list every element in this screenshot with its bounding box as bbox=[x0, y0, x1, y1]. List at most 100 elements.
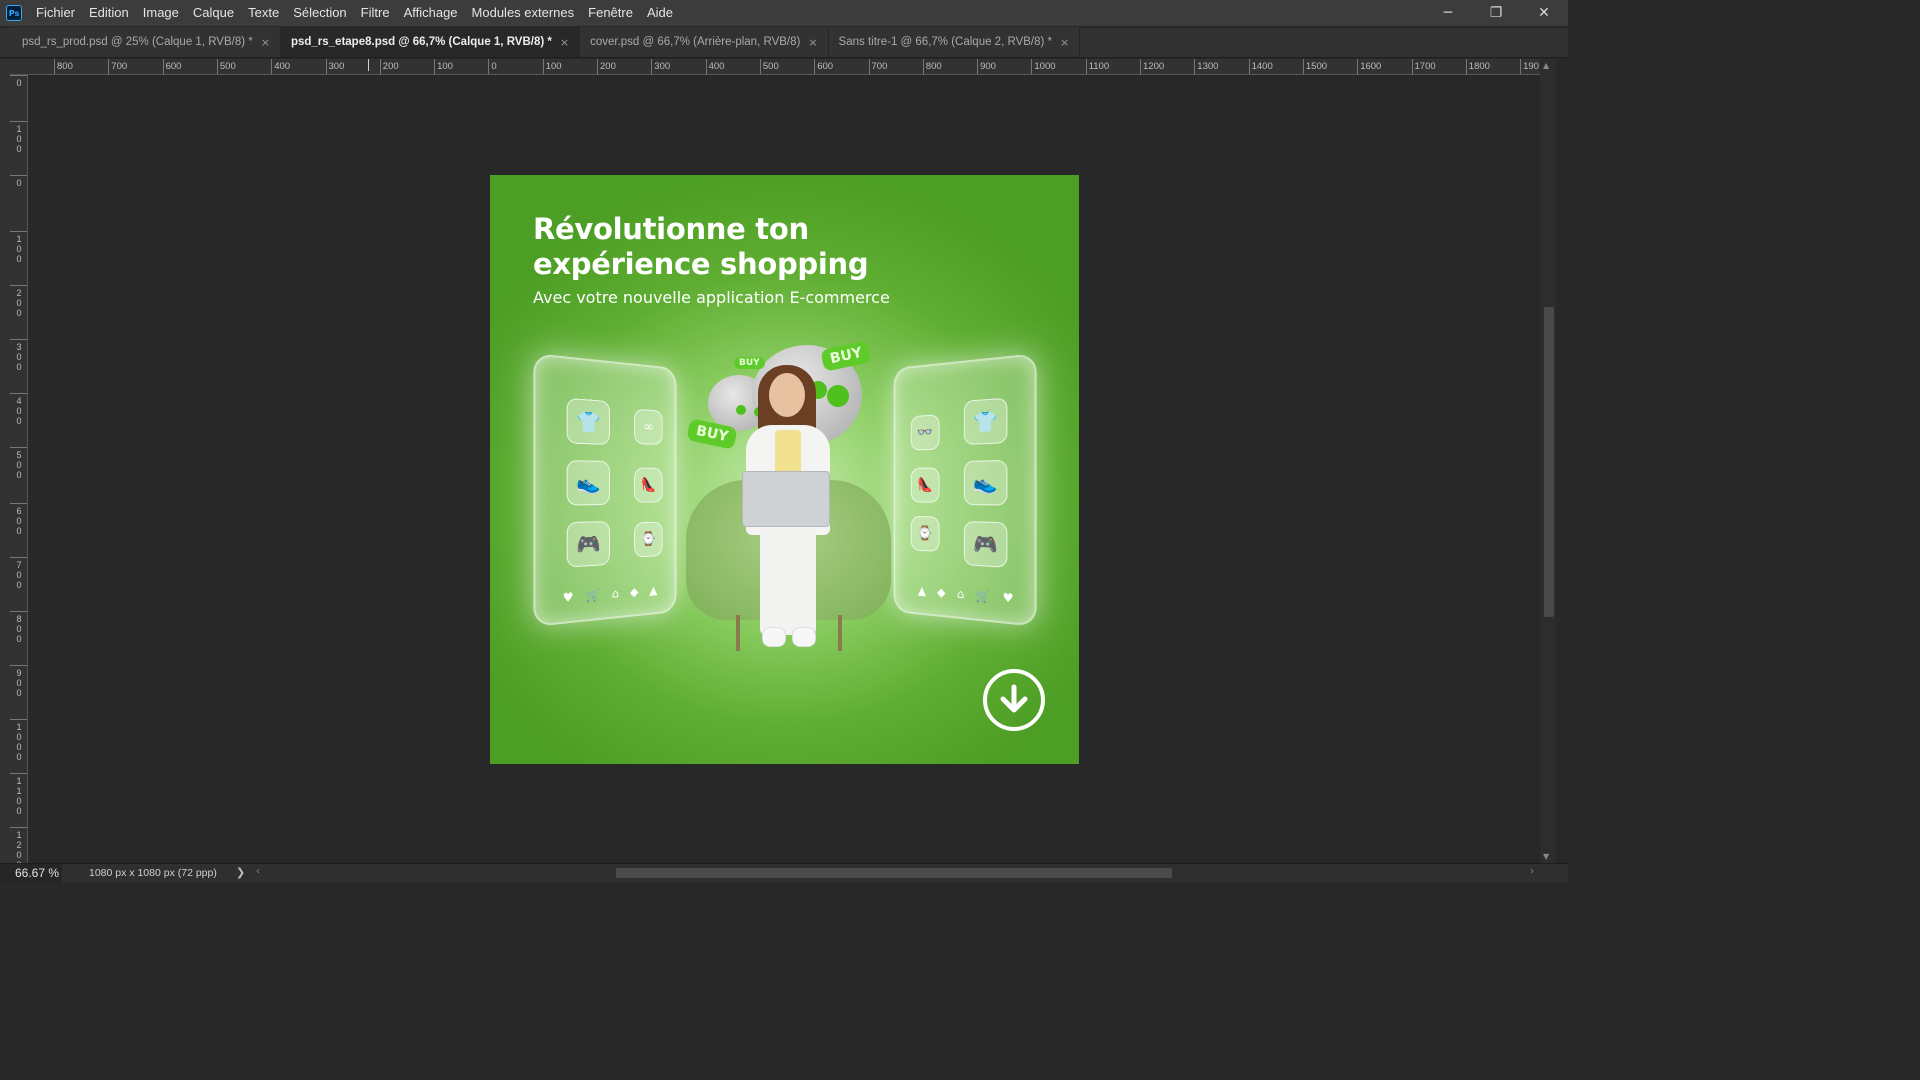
ruler-tick-label: 0 bbox=[488, 59, 496, 75]
menu-fichier[interactable]: Fichier bbox=[29, 0, 82, 26]
left-app-panel: 👕 ∞ 👟 👠 🎮 ⌚ ♥ 🛒 ⌂ ◆ ▲ bbox=[533, 353, 676, 627]
home-icon: ⌂ bbox=[957, 587, 964, 602]
tag-icon: ◆ bbox=[937, 585, 946, 599]
ruler-tick-label: 300 bbox=[651, 59, 670, 75]
zoom-level-field[interactable]: 66.67 % bbox=[0, 864, 62, 883]
artwork-title-line-2: expérience shopping bbox=[533, 247, 868, 282]
sneaker-icon: 👟 bbox=[964, 460, 1008, 506]
artwork-title: Révolutionne ton expérience shopping bbox=[533, 212, 868, 282]
ruler-tick-label: 600 bbox=[163, 59, 182, 75]
ruler-corner[interactable] bbox=[10, 59, 28, 75]
sunglasses-icon: 👓 bbox=[911, 414, 940, 450]
laptop-graphic bbox=[742, 471, 830, 527]
menu-edition[interactable]: Edition bbox=[82, 0, 136, 26]
ruler-tick-label: 500 bbox=[10, 447, 28, 480]
ruler-tick-label: 500 bbox=[760, 59, 779, 75]
home-icon: ⌂ bbox=[612, 586, 619, 601]
minimize-button[interactable]: ─ bbox=[1424, 0, 1472, 26]
download-arrow-svg bbox=[997, 683, 1031, 717]
horizontal-ruler[interactable]: 800 700 600 500 400 300 200 100 0 100 200 300 400 500… bbox=[28, 59, 1540, 75]
ruler-tick-label: 1100 bbox=[10, 773, 28, 816]
watch-icon: ⌚ bbox=[634, 522, 663, 558]
sneaker-icon: 👟 bbox=[567, 460, 610, 506]
status-menu-arrow-icon[interactable]: ❯ bbox=[236, 866, 245, 879]
menu-texte[interactable]: Texte bbox=[241, 0, 286, 26]
menu-modules-externes[interactable]: Modules externes bbox=[465, 0, 582, 26]
ruler-tick-label: 900 bbox=[977, 59, 996, 75]
menu-filtre[interactable]: Filtre bbox=[354, 0, 397, 26]
restore-button[interactable]: ❐ bbox=[1472, 0, 1520, 26]
horizontal-scrollbar[interactable]: ‹ › bbox=[250, 864, 1540, 883]
chair-leg-graphic bbox=[736, 615, 740, 651]
ruler-tick-label: 1000 bbox=[10, 719, 28, 762]
bell-icon: ▲ bbox=[649, 583, 657, 597]
document-tab-bar: psd_rs_prod.psd @ 25% (Calque 1, RVB/8) … bbox=[0, 28, 1568, 58]
shoe-graphic bbox=[792, 627, 816, 647]
close-icon[interactable]: × bbox=[808, 36, 817, 49]
ruler-tick-label: 1600 bbox=[1357, 59, 1381, 75]
vertical-ruler[interactable]: 0100010020030040050060070080090010001100… bbox=[10, 75, 28, 863]
ruler-tick-label: 700 bbox=[10, 557, 28, 590]
watch-icon: ⌚ bbox=[911, 516, 940, 552]
tab-sans-titre-1[interactable]: Sans titre-1 @ 66,7% (Calque 2, RVB/8) *… bbox=[829, 27, 1081, 57]
horizontal-scroll-thumb[interactable] bbox=[616, 868, 1172, 878]
green-dot-graphic bbox=[736, 405, 746, 415]
heart-icon: ♥ bbox=[1003, 590, 1014, 605]
menu-affichage[interactable]: Affichage bbox=[397, 0, 465, 26]
tab-psd-rs-etape8[interactable]: psd_rs_etape8.psd @ 66,7% (Calque 1, RVB… bbox=[281, 27, 580, 57]
ruler-tick-label: 600 bbox=[10, 503, 28, 536]
ruler-tick-label: 1700 bbox=[1412, 59, 1436, 75]
ruler-tick-label: 1200 bbox=[1140, 59, 1164, 75]
left-panel-nav-bar: ♥ 🛒 ⌂ ◆ ▲ bbox=[563, 583, 658, 605]
menu-image[interactable]: Image bbox=[136, 0, 186, 26]
vertical-scroll-thumb[interactable] bbox=[1544, 307, 1554, 617]
ruler-tick-label: 300 bbox=[10, 339, 28, 372]
cursor-position-marker bbox=[368, 59, 369, 71]
photoshop-logo-icon: Ps bbox=[6, 5, 22, 21]
ruler-tick-label: 190 bbox=[1520, 59, 1539, 75]
ruler-tick-label: 500 bbox=[217, 59, 236, 75]
shirt-icon: 👕 bbox=[567, 398, 610, 445]
menu-selection[interactable]: Sélection bbox=[286, 0, 353, 26]
ruler-tick-label: 1400 bbox=[1249, 59, 1273, 75]
menu-fenetre[interactable]: Fenêtre bbox=[581, 0, 640, 26]
bell-icon: ▲ bbox=[918, 584, 926, 598]
menu-calque[interactable]: Calque bbox=[186, 0, 241, 26]
scroll-left-icon[interactable]: ‹ bbox=[256, 866, 260, 877]
scroll-right-icon[interactable]: › bbox=[1530, 866, 1534, 877]
ruler-tick-label: 300 bbox=[326, 59, 345, 75]
tshirt-icon: 👕 bbox=[964, 398, 1008, 445]
document-info[interactable]: 1080 px x 1080 px (72 ppp) bbox=[89, 867, 217, 879]
artwork-title-line-1: Révolutionne ton bbox=[533, 212, 868, 247]
close-icon[interactable]: × bbox=[1060, 36, 1069, 49]
ruler-tick-label: 1000 bbox=[1031, 59, 1055, 75]
artwork-subtitle: Avec votre nouvelle application E-commer… bbox=[533, 288, 890, 307]
close-window-button[interactable]: ✕ bbox=[1520, 0, 1568, 26]
ruler-tick-label: 200 bbox=[10, 285, 28, 318]
shoe-graphic bbox=[762, 627, 786, 647]
ruler-tick-label: 0 bbox=[10, 175, 28, 188]
vertical-scrollbar[interactable]: ▲ ▼ bbox=[1540, 59, 1556, 863]
ruler-tick-label: 400 bbox=[10, 393, 28, 426]
ruler-tick-label: 100 bbox=[543, 59, 562, 75]
close-icon[interactable]: × bbox=[261, 36, 270, 49]
close-icon[interactable]: × bbox=[560, 36, 569, 49]
ruler-tick-label: 700 bbox=[869, 59, 888, 75]
menu-aide[interactable]: Aide bbox=[640, 0, 680, 26]
tab-psd-rs-prod[interactable]: psd_rs_prod.psd @ 25% (Calque 1, RVB/8) … bbox=[12, 27, 281, 57]
document-canvas[interactable]: Révolutionne ton expérience shopping Ave… bbox=[490, 175, 1079, 764]
window-controls: ─ ❐ ✕ bbox=[1424, 0, 1568, 26]
menu-bar: Ps Fichier Edition Image Calque Texte Sé… bbox=[0, 0, 1568, 26]
tab-label: cover.psd @ 66,7% (Arrière-plan, RVB/8) bbox=[590, 36, 800, 48]
ruler-tick-label: 1300 bbox=[1194, 59, 1218, 75]
heart-icon: ♥ bbox=[563, 590, 574, 605]
green-dot-graphic bbox=[827, 385, 849, 407]
scroll-down-icon[interactable]: ▼ bbox=[1543, 852, 1549, 861]
ruler-tick-label: 1100 bbox=[1086, 59, 1109, 75]
tab-label: psd_rs_etape8.psd @ 66,7% (Calque 1, RVB… bbox=[291, 36, 552, 48]
tab-cover[interactable]: cover.psd @ 66,7% (Arrière-plan, RVB/8) … bbox=[580, 27, 828, 57]
scroll-up-icon[interactable]: ▲ bbox=[1543, 61, 1549, 70]
cart-icon: 🛒 bbox=[976, 588, 991, 603]
ruler-tick-label: 600 bbox=[814, 59, 833, 75]
chair-leg-graphic bbox=[838, 615, 842, 651]
